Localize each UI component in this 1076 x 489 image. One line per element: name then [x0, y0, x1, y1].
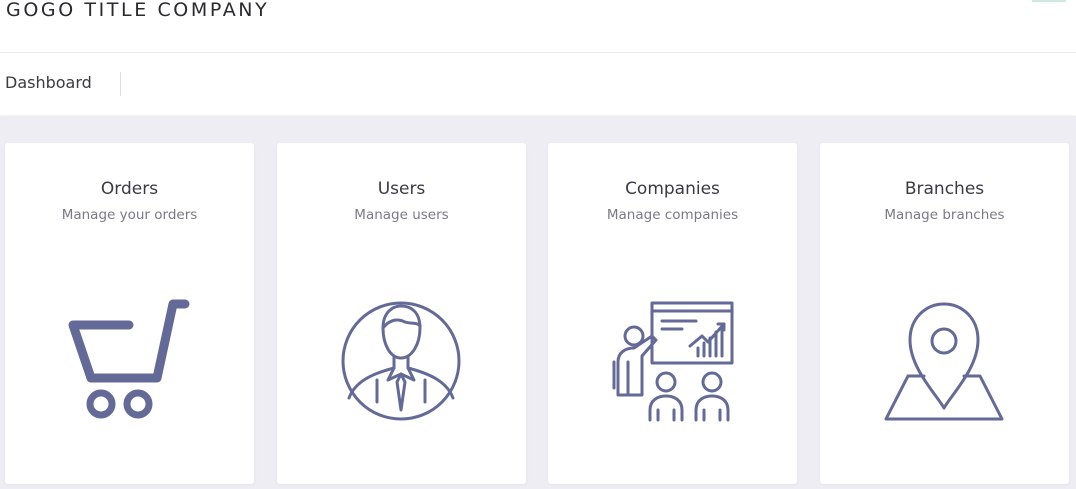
branches-card-subtitle: Manage branches	[884, 207, 1005, 223]
user-avatar-icon	[277, 298, 526, 428]
branches-card[interactable]: Branches Manage branches	[820, 143, 1069, 484]
orders-card[interactable]: Orders Manage your orders	[5, 143, 254, 484]
companies-card-title: Companies	[625, 179, 720, 199]
branches-card-title: Branches	[904, 179, 985, 199]
top-header: GOGO TITLE COMPANY	[0, 0, 1076, 53]
orders-card-subtitle: Manage your orders	[61, 207, 198, 223]
users-card[interactable]: Users Manage users	[277, 143, 526, 484]
users-card-title: Users	[377, 179, 426, 199]
header-accent	[1032, 0, 1066, 2]
companies-card-subtitle: Manage companies	[606, 207, 739, 223]
breadcrumb: Dashboard	[0, 53, 1076, 115]
page-title: Dashboard	[5, 73, 92, 92]
company-name: GOGO TITLE COMPANY	[6, 0, 270, 21]
companies-card[interactable]: Companies Manage companies	[548, 143, 797, 484]
shopping-cart-icon	[5, 298, 254, 428]
presentation-icon	[548, 298, 797, 428]
breadcrumb-divider	[120, 72, 121, 96]
users-card-subtitle: Manage users	[354, 207, 449, 223]
map-pin-icon	[820, 298, 1069, 428]
orders-card-title: Orders	[100, 179, 159, 199]
